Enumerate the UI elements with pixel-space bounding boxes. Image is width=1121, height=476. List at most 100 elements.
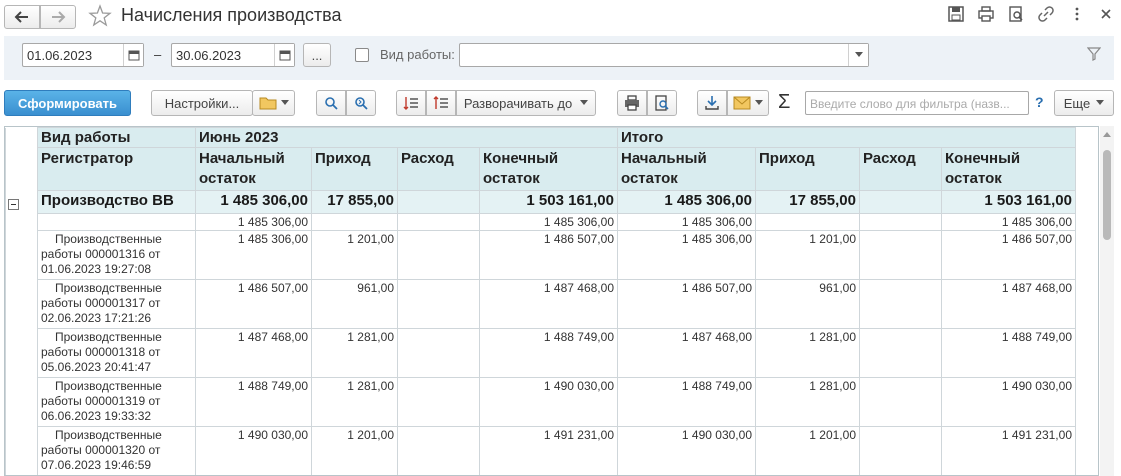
print-button[interactable] xyxy=(617,90,647,116)
header-text: остаток xyxy=(199,170,256,187)
registrar-text: работы 000001318 от xyxy=(41,345,161,359)
table-row[interactable]: Производственные работы 000001319 от 06.06… xyxy=(5,377,1076,427)
header-june[interactable]: Июнь 2023 xyxy=(195,127,618,148)
expand-to-button[interactable]: Разворачивать до xyxy=(456,90,596,116)
variants-dropdown-button[interactable] xyxy=(252,90,295,116)
link-icon[interactable] xyxy=(1037,5,1057,25)
header-june-expense[interactable]: Расход xyxy=(397,147,480,191)
opening-balance-row[interactable]: 1 485 306,00 1 485 306,00 1 485 306,00 1… xyxy=(5,213,1076,231)
work-type-checkbox[interactable] xyxy=(355,48,369,62)
print-preview-icon[interactable] xyxy=(1007,5,1027,25)
save-file-button[interactable] xyxy=(697,90,727,116)
page-title: Начисления производства xyxy=(121,5,342,25)
settings-button[interactable]: Настройки... xyxy=(151,90,253,116)
registrar-link[interactable]: Производственные работы 000001318 от 05.06… xyxy=(37,328,196,378)
vertical-scrollbar[interactable] xyxy=(1100,126,1114,476)
arrow-left-icon xyxy=(14,11,28,23)
chevron-down-icon[interactable] xyxy=(848,44,868,66)
registrar-text: Производственные xyxy=(55,428,162,442)
header-june-income[interactable]: Приход xyxy=(311,147,398,191)
collapse-group-icon[interactable] xyxy=(8,198,19,210)
search-input[interactable]: Введите слово для фильтра (назв... xyxy=(805,91,1029,115)
search-icon xyxy=(325,97,338,110)
header-total[interactable]: Итого xyxy=(617,127,1076,148)
work-type-input[interactable] xyxy=(459,43,869,67)
more-actions-button[interactable]: Еще xyxy=(1054,90,1114,116)
favorite-star-icon[interactable] xyxy=(88,4,112,28)
filter-funnel-icon[interactable] xyxy=(1086,47,1103,63)
cell-t-in: 961,00 xyxy=(755,279,860,329)
group-june-opening: 1 485 306,00 xyxy=(195,190,312,214)
table-row[interactable]: Производственные работы 000001318 от 05.06… xyxy=(5,328,1076,378)
header-row-1: Вид работы Июнь 2023 Итого xyxy=(5,127,1076,148)
header-june-closing[interactable]: Конечный остаток xyxy=(479,147,618,191)
registrar-text: 06.06.2023 19:33:32 xyxy=(41,409,152,423)
expand-to-label: Разворачивать до xyxy=(463,95,573,111)
header-work-type[interactable]: Вид работы xyxy=(37,127,196,148)
registrar-text: Производственные xyxy=(55,379,162,393)
subrow-june-opening: 1 485 306,00 xyxy=(195,213,312,231)
back-button[interactable] xyxy=(4,5,40,29)
registrar-link[interactable]: Производственные работы 000001316 от 01.06… xyxy=(37,230,196,280)
cell-t-open: 1 488 749,00 xyxy=(617,377,756,427)
find-button[interactable] xyxy=(316,90,346,116)
forward-button[interactable] xyxy=(40,5,76,29)
report-grid[interactable]: Вид работы Июнь 2023 Итого Регистратор Н… xyxy=(4,126,1099,476)
calendar-icon[interactable] xyxy=(274,44,294,66)
cell-t-in: 1 281,00 xyxy=(755,328,860,378)
cell-t-out xyxy=(859,377,942,427)
header-text: остаток xyxy=(483,170,540,187)
header-june-opening[interactable]: Начальный остаток xyxy=(195,147,312,191)
cell-t-open: 1 485 306,00 xyxy=(617,230,756,280)
detail-rows: Производственные работы 000001316 от 01.06… xyxy=(5,230,1076,475)
cell-t-close: 1 486 507,00 xyxy=(941,230,1076,280)
sum-icon[interactable]: Σ xyxy=(778,91,798,113)
expand-groups-button[interactable] xyxy=(426,90,456,116)
generate-label: Сформировать xyxy=(17,95,118,111)
header-registrar[interactable]: Регистратор xyxy=(37,147,196,191)
date-from-field[interactable]: 01.06.2023 xyxy=(22,43,144,67)
subrow-total-opening: 1 485 306,00 xyxy=(617,213,756,231)
group-june-income: 17 855,00 xyxy=(311,190,398,214)
calendar-icon[interactable] xyxy=(123,44,143,66)
cell-j-in: 1 281,00 xyxy=(311,328,398,378)
group-row[interactable]: Производство ВВ 1 485 306,00 17 855,00 1… xyxy=(5,190,1076,214)
help-link[interactable]: ? xyxy=(1035,94,1044,110)
group-total-closing: 1 503 161,00 xyxy=(941,190,1076,214)
close-icon[interactable] xyxy=(1097,5,1117,25)
subrow-registrar xyxy=(37,213,196,231)
date-to-field[interactable]: 30.06.2023 xyxy=(171,43,295,67)
cell-j-open: 1 490 030,00 xyxy=(195,426,312,475)
scrollbar-thumb[interactable] xyxy=(1103,150,1111,240)
registrar-link[interactable]: Производственные работы 000001320 от 07.06… xyxy=(37,426,196,475)
find-next-button[interactable] xyxy=(346,90,376,116)
header-total-closing[interactable]: Конечный остаток xyxy=(941,147,1076,191)
search-next-icon xyxy=(355,97,368,110)
print-icon[interactable] xyxy=(977,5,997,25)
cell-j-open: 1 487 468,00 xyxy=(195,328,312,378)
header-total-opening[interactable]: Начальный остаток xyxy=(617,147,756,191)
generate-button[interactable]: Сформировать xyxy=(4,90,131,116)
save-icon[interactable] xyxy=(947,5,967,25)
registrar-link[interactable]: Производственные работы 000001319 от 06.06… xyxy=(37,377,196,427)
table-row[interactable]: Производственные работы 000001316 от 01.06… xyxy=(5,230,1076,280)
cell-t-close: 1 490 030,00 xyxy=(941,377,1076,427)
table-row[interactable]: Производственные работы 000001320 от 07.06… xyxy=(5,426,1076,475)
select-period-button[interactable]: ... xyxy=(303,43,331,67)
header-text: Начальный xyxy=(621,150,707,167)
header-total-expense[interactable]: Расход xyxy=(859,147,942,191)
send-email-button[interactable] xyxy=(727,90,769,116)
group-june-closing: 1 503 161,00 xyxy=(479,190,618,214)
collapse-groups-button[interactable] xyxy=(396,90,426,116)
registrar-link[interactable]: Производственные работы 000001317 от 02.06… xyxy=(37,279,196,329)
registrar-text: работы 000001316 от xyxy=(41,247,161,261)
select-period-label: ... xyxy=(311,47,323,63)
header-total-income[interactable]: Приход xyxy=(755,147,860,191)
cell-t-out xyxy=(859,328,942,378)
scroll-up-arrow[interactable] xyxy=(1103,132,1111,137)
cell-j-in: 961,00 xyxy=(311,279,398,329)
print-preview-button[interactable] xyxy=(647,90,677,116)
table-row[interactable]: Производственные работы 000001317 от 02.06… xyxy=(5,279,1076,329)
more-icon[interactable] xyxy=(1068,5,1088,25)
more-actions-label: Еще xyxy=(1063,95,1091,111)
